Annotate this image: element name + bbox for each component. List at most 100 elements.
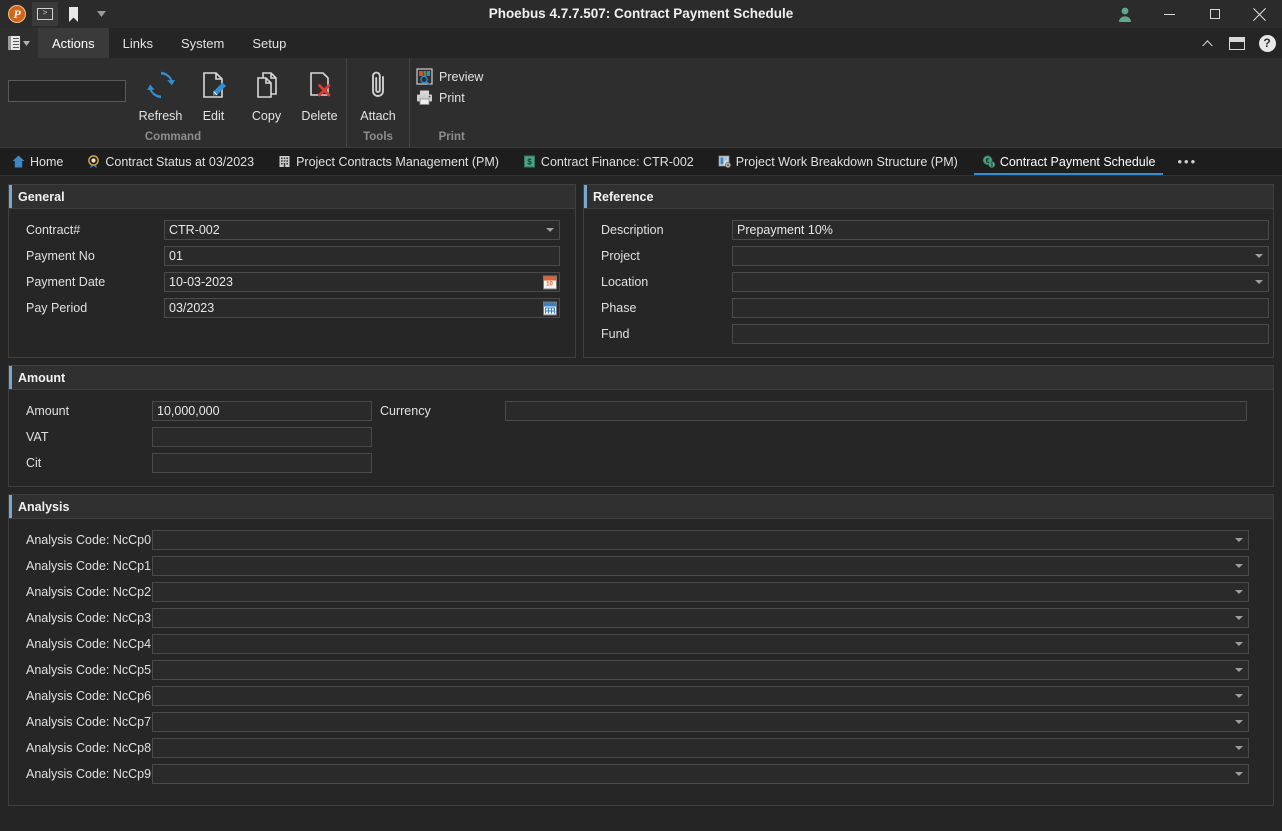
tab-overflow-button[interactable]: ••• — [1167, 148, 1207, 175]
menu-label: Setup — [252, 35, 287, 51]
attach-icon — [363, 66, 393, 104]
menu-item-setup[interactable]: Setup — [238, 28, 300, 58]
copy-icon — [252, 66, 282, 104]
menu-item-actions[interactable]: Actions — [38, 28, 109, 58]
chevron-down-icon[interactable] — [1235, 668, 1243, 672]
analysis-code-nccp7-combo[interactable] — [152, 712, 1249, 732]
command-prompt-icon[interactable]: > — [32, 2, 58, 26]
field-label: Amount — [26, 404, 70, 418]
field-row-phase: Phase — [584, 295, 1273, 321]
print-button[interactable]: Print — [410, 87, 475, 108]
search-input[interactable] — [8, 80, 172, 102]
edit-button[interactable]: Edit — [187, 58, 240, 123]
tab-contract-payment-schedule[interactable]: € $ Contract Payment Schedule — [970, 148, 1168, 175]
phase-input[interactable] — [732, 298, 1269, 318]
field-label: Analysis Code: NcCp1 — [26, 559, 152, 573]
maximize-button[interactable] — [1192, 0, 1237, 28]
field-row-analysis-5: Analysis Code: NcCp5 — [9, 657, 1273, 683]
tab-contract-status[interactable]: Contract Status at 03/2023 — [75, 148, 266, 175]
month-picker-icon[interactable] — [542, 301, 557, 316]
analysis-code-nccp3-combo[interactable] — [152, 608, 1249, 628]
phoebus-logo-icon[interactable]: P — [4, 2, 30, 26]
panel-general: General Contract# CTR-002 Payment No 01 — [8, 184, 576, 358]
quick-access-overflow-chevron-down-icon[interactable] — [88, 2, 114, 26]
panel-title-general: General — [9, 185, 575, 209]
vat-input[interactable] — [152, 427, 372, 447]
chevron-down-icon[interactable] — [1235, 564, 1243, 568]
chevron-down-icon[interactable] — [1235, 772, 1243, 776]
chevron-down-icon[interactable] — [546, 228, 554, 232]
restore-window-icon[interactable] — [1222, 28, 1252, 58]
menu-label: Actions — [52, 35, 95, 51]
chevron-down-icon[interactable] — [1235, 590, 1243, 594]
analysis-code-nccp2-combo[interactable] — [152, 582, 1249, 602]
chevron-down-icon[interactable] — [1235, 538, 1243, 542]
tab-project-contracts-management[interactable]: Project Contracts Management (PM) — [266, 148, 511, 175]
pay-period-input[interactable]: 03/2023 — [164, 298, 560, 318]
panel-title-analysis: Analysis — [9, 495, 1273, 519]
menu-item-system[interactable]: System — [167, 28, 238, 58]
location-combo[interactable] — [732, 272, 1269, 292]
analysis-fields: Analysis Code: NcCp0 Analysis Code: NcCp… — [9, 519, 1273, 805]
calendar-icon[interactable]: 10 — [542, 275, 557, 290]
ribbon-group-print: Preview Print Print — [409, 58, 493, 147]
analysis-code-nccp9-combo[interactable] — [152, 764, 1249, 784]
payment-date-input[interactable]: 10-03-2023 10 — [164, 272, 560, 292]
currency-input[interactable] — [505, 401, 1247, 421]
field-label: VAT — [26, 430, 49, 444]
field-label: Analysis Code: NcCp5 — [26, 663, 152, 677]
analysis-code-nccp8-combo[interactable] — [152, 738, 1249, 758]
analysis-code-nccp5-combo[interactable] — [152, 660, 1249, 680]
field-label: Analysis Code: NcCp8 — [26, 741, 152, 755]
tab-project-work-breakdown-structure[interactable]: Project Work Breakdown Structure (PM) — [706, 148, 970, 175]
chevron-down-icon[interactable] — [1235, 746, 1243, 750]
chevron-down-icon[interactable] — [1235, 642, 1243, 646]
analysis-code-nccp6-combo[interactable] — [152, 686, 1249, 706]
user-icon[interactable] — [1103, 0, 1147, 28]
copy-button[interactable]: Copy — [240, 58, 293, 123]
preview-icon — [416, 68, 433, 85]
tab-contract-finance[interactable]: $ Contract Finance: CTR-002 — [511, 148, 706, 175]
chevron-down-icon[interactable] — [1235, 720, 1243, 724]
refresh-button[interactable]: Refresh — [134, 58, 187, 123]
payment-no-input[interactable]: 01 — [164, 246, 560, 266]
amount-input[interactable]: 10,000,000 — [152, 401, 372, 421]
minimize-button[interactable] — [1147, 0, 1192, 28]
field-label: Analysis Code: NcCp7 — [26, 715, 152, 729]
panel-title-reference: Reference — [584, 185, 1273, 209]
chevron-down-icon[interactable] — [1255, 280, 1263, 284]
delete-icon — [305, 66, 335, 104]
currency-settings-icon: € $ — [982, 155, 995, 168]
project-combo[interactable] — [732, 246, 1269, 266]
analysis-code-nccp0-combo[interactable] — [152, 530, 1249, 550]
chevron-down-icon[interactable] — [1235, 616, 1243, 620]
menu-item-links[interactable]: Links — [109, 28, 167, 58]
field-value: 10,000,000 — [157, 404, 220, 418]
fund-input[interactable] — [732, 324, 1269, 344]
panel-reference: Reference Description Prepayment 10% Pro… — [583, 184, 1274, 358]
tab-home[interactable]: Home — [0, 148, 75, 175]
button-label: Print — [439, 90, 465, 105]
field-row-fund: Fund — [584, 321, 1273, 347]
help-icon[interactable]: ? — [1252, 28, 1282, 58]
menu-bar-right-icons: ? — [1192, 28, 1282, 58]
chevron-down-icon[interactable] — [1255, 254, 1263, 258]
close-button[interactable] — [1237, 0, 1282, 28]
preview-button[interactable]: Preview — [410, 66, 493, 87]
cit-input[interactable] — [152, 453, 372, 473]
tab-label: Project Work Breakdown Structure (PM) — [735, 154, 958, 169]
field-row-analysis-6: Analysis Code: NcCp6 — [9, 683, 1273, 709]
chevron-down-icon[interactable] — [1235, 694, 1243, 698]
delete-button[interactable]: Delete — [293, 58, 346, 123]
analysis-code-nccp1-combo[interactable] — [152, 556, 1249, 576]
description-input[interactable]: Prepayment 10% — [732, 220, 1269, 240]
application-menu-icon[interactable] — [0, 28, 38, 58]
analysis-code-nccp4-combo[interactable] — [152, 634, 1249, 654]
bookmark-icon[interactable] — [60, 2, 86, 26]
tab-label: Contract Payment Schedule — [999, 154, 1156, 169]
field-label: Pay Period — [26, 301, 88, 315]
attach-button[interactable]: Attach — [347, 58, 409, 123]
contract-number-combo[interactable]: CTR-002 — [164, 220, 560, 240]
collapse-ribbon-icon[interactable] — [1192, 28, 1222, 58]
edit-icon — [199, 66, 229, 104]
